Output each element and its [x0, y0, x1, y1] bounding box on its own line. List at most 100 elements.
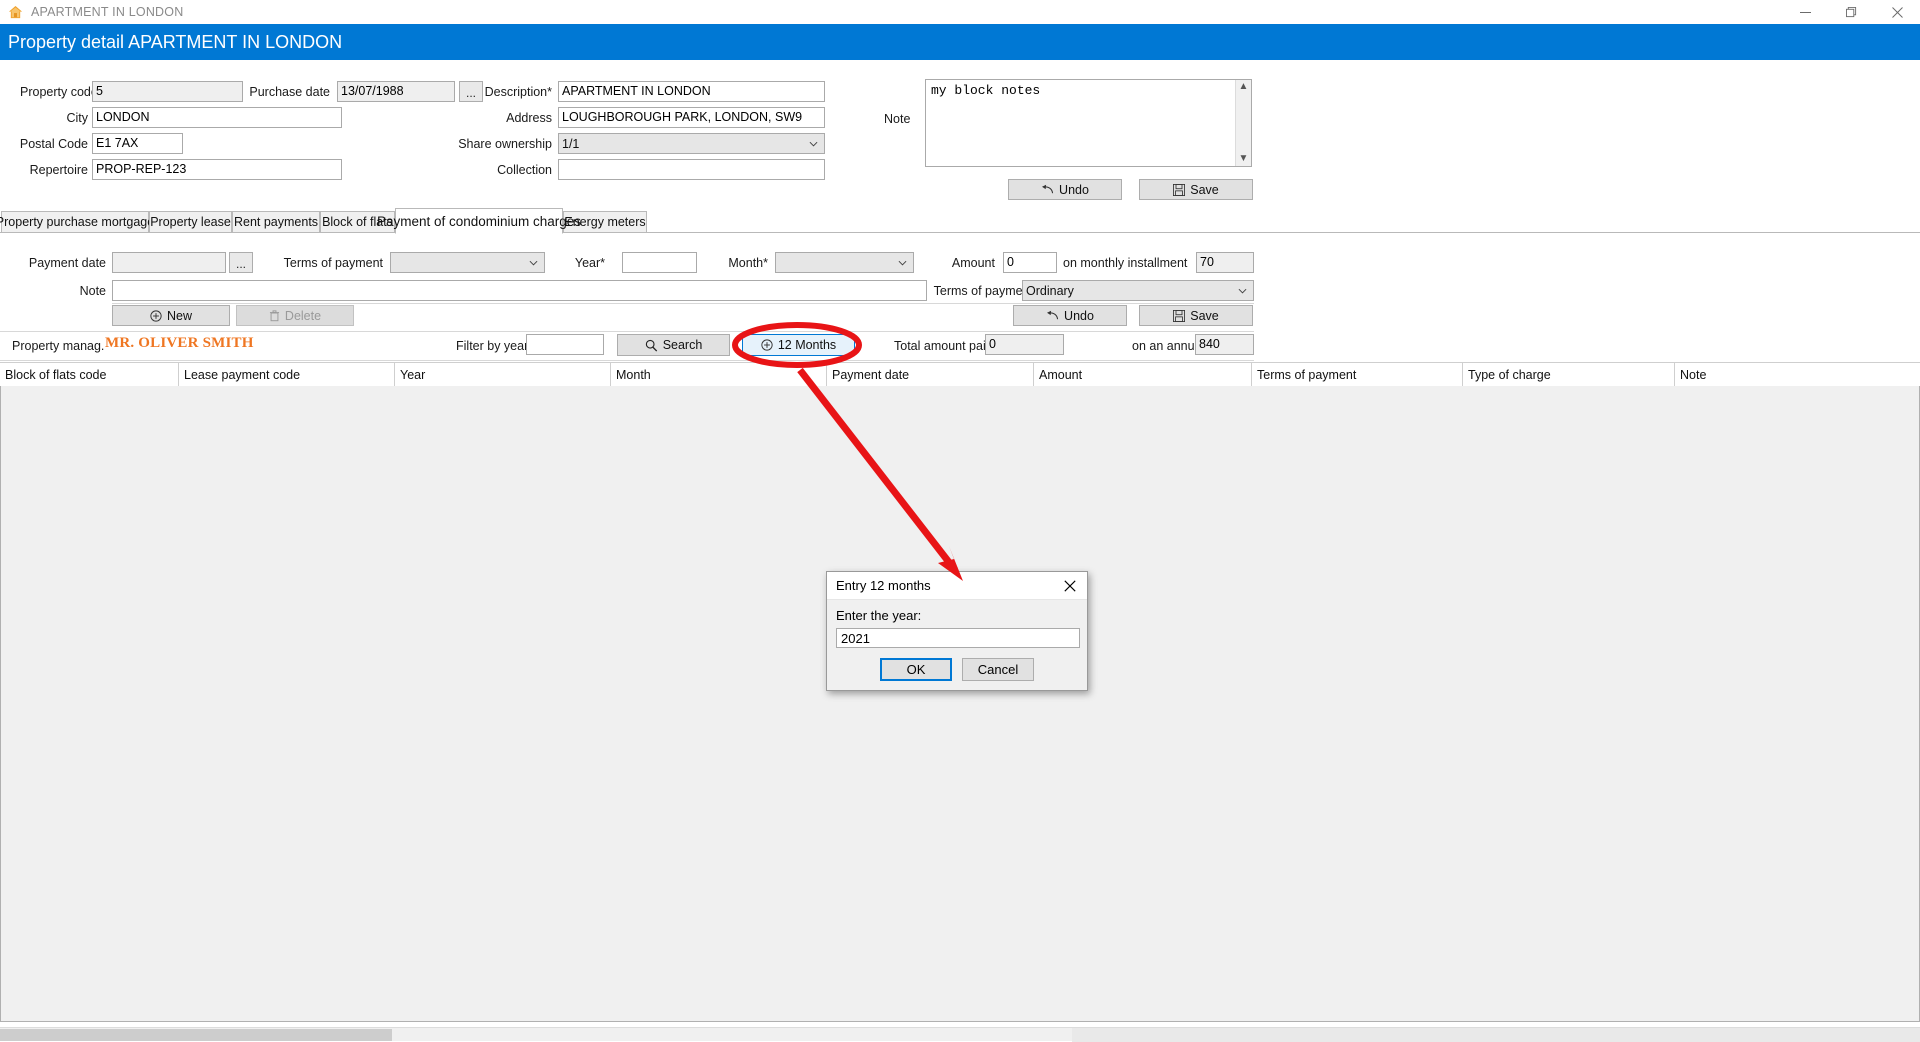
monthly-installment-input[interactable]: 70: [1196, 252, 1254, 273]
payment-save-button[interactable]: Save: [1139, 305, 1253, 326]
dialog-body: Enter the year: 2021 OK Cancel: [827, 600, 1087, 681]
separator-top: [112, 303, 1254, 304]
close-button[interactable]: [1874, 0, 1920, 24]
column-header-amount[interactable]: Amount: [1034, 363, 1252, 386]
horizontal-scrollbar[interactable]: [0, 1027, 1920, 1041]
home-icon: [8, 5, 23, 20]
scroll-up-icon[interactable]: ▲: [1239, 82, 1249, 92]
plus-circle-icon: [761, 339, 773, 351]
block-note-scrollbar[interactable]: ▲ ▼: [1235, 80, 1251, 166]
label-monthly-installment: on monthly installment: [1063, 256, 1187, 270]
payment-note-input[interactable]: [112, 280, 927, 301]
window-titlebar: APARTMENT IN LONDON: [0, 0, 1920, 24]
payments-grid-header: Block of flats code Lease payment code Y…: [0, 362, 1920, 386]
chevron-down-icon: [809, 139, 818, 148]
property-code-input[interactable]: 5: [92, 81, 243, 102]
address-input[interactable]: LOUGHBOROUGH PARK, LONDON, SW9: [558, 107, 825, 128]
tab-strip: Property purchase mortgage Property leas…: [0, 211, 1920, 233]
purchase-date-input[interactable]: 13/07/1988: [337, 81, 455, 102]
filter-by-year-input[interactable]: [526, 334, 604, 355]
close-icon: [1064, 580, 1076, 592]
search-label: Search: [663, 338, 703, 352]
maximize-restore-button[interactable]: [1828, 0, 1874, 24]
dialog-ok-button[interactable]: OK: [880, 658, 952, 681]
dialog-title: Entry 12 months: [827, 578, 931, 593]
tab-property-lease[interactable]: Property lease: [149, 211, 232, 233]
payments-grid-body[interactable]: [0, 386, 1920, 1022]
column-header-type-of-charge[interactable]: Type of charge: [1463, 363, 1675, 386]
save-icon: [1173, 184, 1185, 196]
block-note-textarea[interactable]: my block notes ▲ ▼: [925, 79, 1252, 167]
undo-icon: [1046, 310, 1059, 321]
chevron-down-icon: [1238, 286, 1247, 295]
horizontal-scrollbar-thumb[interactable]: [0, 1029, 392, 1041]
year-input[interactable]: [622, 252, 697, 273]
twelve-months-button[interactable]: 12 Months: [742, 334, 855, 356]
terms-of-payment-2-select[interactable]: Ordinary: [1022, 280, 1254, 301]
twelve-months-label: 12 Months: [778, 338, 836, 352]
label-address: Address: [480, 111, 552, 125]
chevron-down-icon: [529, 258, 538, 267]
label-payment-date: Payment date: [22, 256, 106, 270]
repertoire-input[interactable]: PROP-REP-123: [92, 159, 342, 180]
label-share-ownership: Share ownership: [452, 137, 552, 151]
block-note-value[interactable]: my block notes: [926, 80, 1235, 166]
annual-fee-input[interactable]: 840: [1195, 334, 1254, 355]
minimize-button[interactable]: [1782, 0, 1828, 24]
column-header-month[interactable]: Month: [611, 363, 827, 386]
amount-input[interactable]: 0: [1003, 252, 1057, 273]
horizontal-scrollbar-track[interactable]: [1072, 1028, 1920, 1042]
column-header-year[interactable]: Year: [395, 363, 611, 386]
column-header-block-of-flats-code[interactable]: Block of flats code: [0, 363, 179, 386]
new-label: New: [167, 309, 192, 323]
label-description: Description*: [480, 85, 552, 99]
collection-input[interactable]: [558, 159, 825, 180]
description-input[interactable]: APARTMENT IN LONDON: [558, 81, 825, 102]
property-undo-label: Undo: [1059, 183, 1089, 197]
payment-date-input[interactable]: [112, 252, 226, 273]
postal-code-input[interactable]: E1 7AX: [92, 133, 183, 154]
search-button[interactable]: Search: [617, 334, 730, 356]
delete-button[interactable]: Delete: [236, 305, 354, 326]
separator-bottom: [0, 360, 1254, 361]
label-collection: Collection: [472, 163, 552, 177]
column-header-payment-date[interactable]: Payment date: [827, 363, 1034, 386]
plus-circle-icon: [150, 310, 162, 322]
trash-icon: [269, 310, 280, 322]
search-icon: [645, 339, 658, 352]
tab-payment-of-condominium-charges[interactable]: Payment of condominium charges: [395, 208, 563, 234]
entry-12-months-dialog: Entry 12 months Enter the year: 2021 OK …: [826, 571, 1088, 691]
dialog-year-input[interactable]: 2021: [836, 628, 1080, 648]
payment-undo-button[interactable]: Undo: [1013, 305, 1127, 326]
terms-of-payment-select[interactable]: [390, 252, 545, 273]
share-ownership-value: 1/1: [562, 137, 579, 151]
dialog-close-button[interactable]: [1053, 572, 1087, 599]
city-input[interactable]: LONDON: [92, 107, 342, 128]
window-title: APARTMENT IN LONDON: [31, 5, 183, 19]
dialog-cancel-button[interactable]: Cancel: [962, 658, 1034, 681]
dialog-prompt: Enter the year:: [836, 608, 1078, 623]
column-header-note[interactable]: Note: [1675, 363, 1920, 386]
column-header-lease-payment-code[interactable]: Lease payment code: [179, 363, 395, 386]
share-ownership-select[interactable]: 1/1: [558, 133, 825, 154]
label-repertoire: Repertoire: [14, 163, 88, 177]
tab-rent-payments[interactable]: Rent payments: [232, 211, 320, 233]
payment-undo-label: Undo: [1064, 309, 1094, 323]
property-save-button[interactable]: Save: [1139, 179, 1253, 200]
undo-icon: [1041, 184, 1054, 195]
scroll-down-icon[interactable]: ▼: [1239, 154, 1249, 164]
label-property-code: Property code: [20, 85, 88, 99]
payment-date-picker-button[interactable]: ...: [229, 252, 253, 273]
total-amount-paid-input[interactable]: 0: [985, 334, 1064, 355]
page-title: Property detail APARTMENT IN LONDON: [0, 32, 342, 53]
window-controls: [1782, 0, 1920, 24]
column-header-terms-of-payment[interactable]: Terms of payment: [1252, 363, 1463, 386]
new-button[interactable]: New: [112, 305, 230, 326]
property-undo-button[interactable]: Undo: [1008, 179, 1122, 200]
delete-label: Delete: [285, 309, 321, 323]
month-select[interactable]: [775, 252, 914, 273]
payment-save-label: Save: [1190, 309, 1219, 323]
tab-property-purchase-mortgage[interactable]: Property purchase mortgage: [1, 211, 149, 233]
label-filter-by-year: Filter by year: [456, 339, 528, 353]
save-icon: [1173, 310, 1185, 322]
